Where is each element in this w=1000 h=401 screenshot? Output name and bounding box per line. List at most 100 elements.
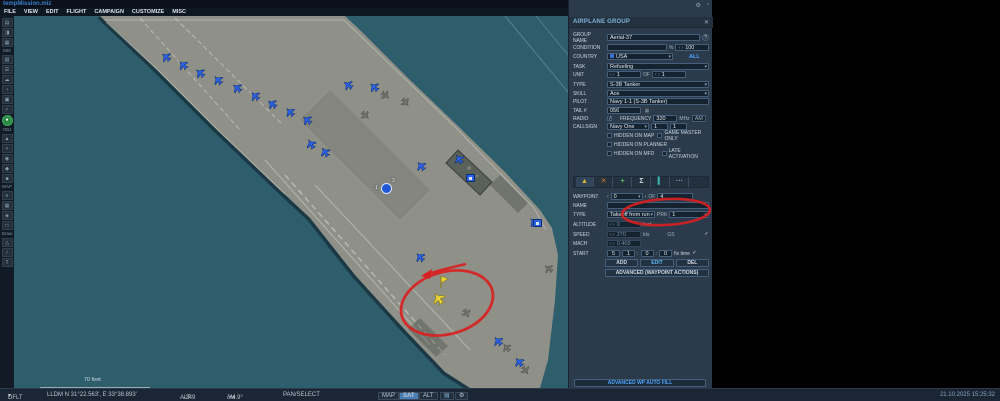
- alt-view-button[interactable]: ALT: [419, 392, 438, 400]
- waypoint-type-select[interactable]: Takeoff from run: [607, 211, 655, 218]
- blue-aircraft-marker[interactable]: [192, 65, 209, 82]
- blue-aircraft-marker[interactable]: [264, 96, 281, 113]
- time-icon[interactable]: ◔: [2, 85, 13, 94]
- blue-aircraft-marker[interactable]: [158, 49, 175, 66]
- pilot-input[interactable]: Navy 1-1 (S-3B Tanker): [607, 98, 709, 105]
- map-grid-icon[interactable]: ▦: [2, 201, 13, 210]
- open-mission-icon[interactable]: ◨: [2, 28, 13, 37]
- unit-count-stepper[interactable]: 1: [607, 71, 641, 78]
- menu-item-edit[interactable]: EDIT: [46, 9, 59, 15]
- blue-aircraft-marker[interactable]: [412, 249, 429, 266]
- start-sec-input[interactable]: 0: [659, 250, 672, 257]
- waypoint-next-icon[interactable]: ›: [645, 194, 647, 200]
- blue-aircraft-marker[interactable]: [210, 72, 227, 89]
- blue-aircraft-marker[interactable]: [282, 104, 299, 121]
- blue-aircraft-marker[interactable]: [175, 57, 192, 74]
- add-waypoint-button[interactable]: ADD: [605, 259, 638, 267]
- static-aircraft-shape[interactable]: [540, 260, 555, 275]
- task-select[interactable]: Refueling: [607, 63, 709, 70]
- kneeboard-icon[interactable]: ▦: [643, 107, 651, 114]
- hidden-on-planner-checkbox[interactable]: [607, 142, 612, 147]
- new-mission-icon[interactable]: ▤: [2, 18, 13, 27]
- country-select[interactable]: USA: [607, 53, 673, 60]
- summary-tab[interactable]: Σ: [633, 177, 651, 187]
- save-mission-icon[interactable]: ▦: [2, 38, 13, 47]
- start-day-input[interactable]: 5: [607, 250, 620, 257]
- menu-item-campaign[interactable]: CAMPAIGN: [94, 9, 124, 15]
- condition-input[interactable]: [607, 44, 667, 51]
- static-object-icon[interactable]: ■: [2, 174, 13, 183]
- static-aircraft-shape[interactable]: [397, 94, 412, 109]
- payload-tab[interactable]: ✕: [595, 177, 613, 187]
- menu-item-file[interactable]: FILE: [4, 9, 16, 15]
- weather-icon[interactable]: ☁: [2, 75, 13, 84]
- draw-text-icon[interactable]: T: [2, 258, 13, 267]
- draw-line-icon[interactable]: ∕: [2, 248, 13, 257]
- player-role-icon[interactable]: ●: [2, 115, 13, 126]
- advanced-wp-auto-fill-button[interactable]: ADVANCED WP AUTO FILL: [574, 379, 706, 387]
- selected-aircraft-marker[interactable]: [428, 288, 449, 309]
- camera-icon[interactable]: ▣: [2, 95, 13, 104]
- group-edit-tab[interactable]: +: [614, 177, 632, 187]
- map-viewport[interactable]: 13 70 feet: [14, 16, 568, 388]
- start-hour-input[interactable]: 1: [622, 250, 635, 257]
- modulation-toggle[interactable]: AM: [692, 115, 706, 122]
- draw-shape-icon[interactable]: △: [2, 238, 13, 247]
- callsign-select[interactable]: Navy One: [607, 123, 649, 130]
- panel-settings-icon[interactable]: ⚙: [695, 2, 700, 9]
- static-aircraft-shape[interactable]: [357, 107, 373, 123]
- blue-aircraft-marker[interactable]: [413, 158, 430, 175]
- hidden-on-map-checkbox[interactable]: [607, 133, 612, 138]
- group-name-input[interactable]: Aerial-37: [607, 34, 700, 41]
- airplane-group-icon[interactable]: ▲: [2, 134, 13, 143]
- waypoint-name-input[interactable]: [607, 202, 709, 209]
- map-layers-icon[interactable]: ≡: [2, 191, 13, 200]
- aircraft-type-select[interactable]: S-3B Tanker: [607, 81, 709, 88]
- briefing-icon[interactable]: ▧: [2, 55, 13, 64]
- blue-aircraft-marker[interactable]: [451, 151, 468, 168]
- column-tab[interactable]: ▍: [652, 177, 670, 187]
- helicopter-group-icon[interactable]: +: [2, 144, 13, 153]
- help-button[interactable]: ?: [702, 34, 709, 41]
- game-master-only-checkbox[interactable]: [657, 133, 662, 138]
- parking-spot-select[interactable]: 1: [669, 211, 709, 218]
- start-min-input[interactable]: 0: [641, 250, 654, 257]
- layers-icon[interactable]: ▤: [440, 392, 454, 400]
- blue-aircraft-marker[interactable]: [340, 77, 357, 94]
- menu-item-customize[interactable]: CUSTOMIZE: [132, 9, 164, 15]
- menu-item-misc[interactable]: MISC: [172, 9, 186, 15]
- edit-waypoint-button[interactable]: EDIT: [640, 259, 673, 267]
- waypoint-select[interactable]: 0: [611, 193, 643, 200]
- route-tab[interactable]: ▲: [576, 177, 594, 187]
- map-view-button[interactable]: MAP: [378, 392, 399, 400]
- country-all-button[interactable]: ALL: [689, 54, 700, 60]
- settings-icon[interactable]: ⚙: [455, 392, 468, 400]
- menu-item-view[interactable]: VIEW: [24, 9, 38, 15]
- skill-select[interactable]: Ace: [607, 90, 709, 97]
- fix-time-checkbox[interactable]: [692, 251, 697, 256]
- probability-stepper[interactable]: 100: [675, 44, 709, 51]
- waypoint-circle-marker[interactable]: [381, 183, 392, 194]
- static-aircraft-shape[interactable]: [458, 305, 473, 320]
- ship-group-icon[interactable]: ◉: [2, 154, 13, 163]
- map-labels-icon[interactable]: ◈: [2, 211, 13, 220]
- blue-square-marker[interactable]: [533, 219, 542, 227]
- sat-view-button[interactable]: SAT: [399, 392, 419, 400]
- more-tab[interactable]: ···: [671, 177, 689, 187]
- vehicle-group-icon[interactable]: ◆: [2, 164, 13, 173]
- blue-aircraft-marker[interactable]: [299, 112, 316, 129]
- radio-checkbox[interactable]: [607, 116, 612, 121]
- blue-aircraft-marker[interactable]: [229, 80, 246, 97]
- close-icon[interactable]: ✕: [704, 19, 709, 26]
- advanced-waypoint-actions-button[interactable]: ADVANCED (WAYPOINT ACTIONS): [605, 269, 709, 277]
- panel-pin-icon[interactable]: ▫: [707, 2, 709, 9]
- map-measure-icon[interactable]: □: [2, 221, 13, 230]
- mission-options-icon[interactable]: ☰: [2, 65, 13, 74]
- tail-number-input[interactable]: 056: [607, 107, 641, 114]
- rules-icon[interactable]: ✓: [2, 105, 13, 114]
- menu-item-flight[interactable]: FLIGHT: [67, 9, 87, 15]
- blue-aircraft-marker[interactable]: [247, 88, 264, 105]
- late-activation-checkbox[interactable]: [662, 151, 667, 156]
- delete-waypoint-button[interactable]: DEL: [676, 259, 709, 267]
- blue-square-marker[interactable]: [466, 174, 475, 182]
